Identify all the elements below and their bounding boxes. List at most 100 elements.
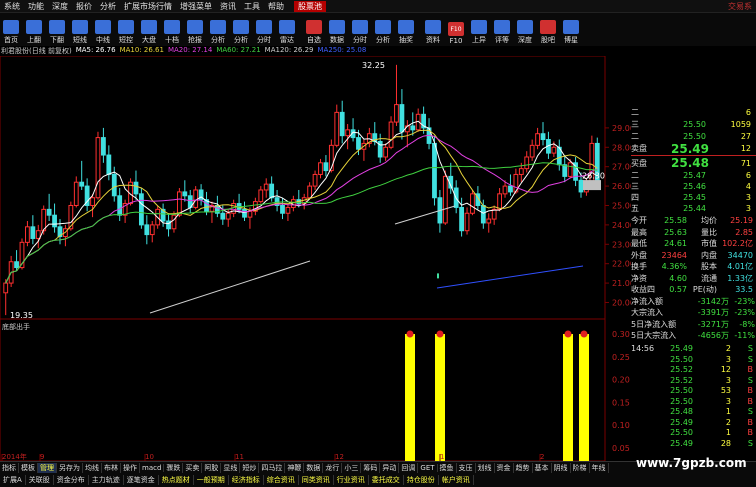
toolbar-button[interactable]: 深度 bbox=[514, 14, 536, 45]
indicator-tab[interactable]: 显线 bbox=[221, 462, 241, 473]
toolbar-button[interactable]: 股吧 bbox=[537, 14, 559, 45]
toolbar-button[interactable]: 抽奖 bbox=[395, 14, 417, 45]
bottom-tab[interactable]: 关联股 bbox=[26, 475, 54, 485]
indicator-tab[interactable]: 资金 bbox=[495, 462, 514, 473]
bottom-tab[interactable]: 逐笔资金 bbox=[124, 475, 159, 485]
indicator-tab[interactable]: 趋势 bbox=[514, 462, 533, 473]
indicator-tab[interactable]: 支压 bbox=[457, 462, 476, 473]
indicator-tab[interactable]: 小三 bbox=[342, 462, 362, 473]
indicator-tab[interactable]: 模板 bbox=[19, 462, 38, 473]
indicator-tab[interactable]: 四马拉 bbox=[259, 462, 286, 473]
toolbar-button[interactable]: 雷达 bbox=[276, 14, 298, 45]
quote-cell: 25.46 bbox=[683, 182, 706, 191]
indicator-tab[interactable]: macd bbox=[140, 463, 165, 472]
indicator-tab[interactable]: 神鞭 bbox=[285, 462, 305, 473]
bottom-tab[interactable]: 委托成交 bbox=[369, 475, 404, 485]
bottom-tab[interactable]: 综合资讯 bbox=[264, 475, 299, 485]
toolbar-button[interactable]: 分时 bbox=[253, 14, 275, 45]
bottom-tab[interactable]: 主力轨迹 bbox=[89, 475, 124, 485]
toolbar-button[interactable]: 短控 bbox=[115, 14, 137, 45]
toolbar-button[interactable]: 首页 bbox=[0, 14, 22, 45]
quote-cell: 25.50 bbox=[683, 119, 706, 129]
indicator-tab[interactable]: 骤跌 bbox=[164, 462, 184, 473]
quote-cell: 二 bbox=[631, 131, 639, 141]
indicator-tab[interactable]: 年线 bbox=[590, 462, 609, 473]
toolbar-button[interactable]: 上翻 bbox=[23, 14, 45, 45]
menu-item[interactable]: 增强菜单 bbox=[176, 1, 216, 12]
menu-item[interactable]: 帮助 bbox=[264, 1, 288, 12]
menu-item[interactable]: 工具 bbox=[240, 1, 264, 12]
menu-item[interactable]: 资讯 bbox=[216, 1, 240, 12]
indicator-tab[interactable]: 另存为 bbox=[57, 462, 83, 473]
quote-cell: 3 bbox=[745, 193, 751, 202]
menu-item-stock-pool[interactable]: 股票池 bbox=[294, 0, 326, 12]
toolbar-button[interactable]: 分时 bbox=[349, 14, 371, 45]
bottom-tab[interactable]: 一般预期 bbox=[194, 475, 229, 485]
indicator-tab[interactable]: 阴线 bbox=[552, 462, 571, 473]
bottom-tab[interactable]: 同类资讯 bbox=[299, 475, 334, 485]
candle-body bbox=[551, 146, 557, 154]
toolbar-button[interactable]: 上异 bbox=[468, 14, 490, 45]
sub-indicator-title: 底部出手 bbox=[2, 323, 30, 331]
menu-item[interactable]: 系统 bbox=[0, 1, 24, 12]
menu-item-trade[interactable]: 交易系 bbox=[724, 1, 756, 12]
candle-body bbox=[95, 137, 101, 199]
toolbar-button[interactable]: 评等 bbox=[491, 14, 513, 45]
indicator-tab[interactable]: 短炒 bbox=[240, 462, 260, 473]
toolbar-button[interactable]: 博星 bbox=[560, 14, 582, 45]
indicator-tab[interactable]: 均线 bbox=[83, 462, 102, 473]
toolbar-button[interactable]: 下翻 bbox=[46, 14, 68, 45]
bottom-tab[interactable]: 经济指标 bbox=[229, 475, 264, 485]
indicator-tab[interactable]: 基本 bbox=[533, 462, 552, 473]
quote-cell: S bbox=[747, 354, 753, 364]
toolbar-button[interactable]: 自选 bbox=[303, 14, 325, 45]
quote-cell: S bbox=[747, 344, 753, 354]
indicator-tab[interactable]: 划线 bbox=[476, 462, 495, 473]
menu-item[interactable]: 深度 bbox=[48, 1, 72, 12]
menu-item[interactable]: 分析 bbox=[96, 1, 120, 12]
indicator-tab[interactable]: 指标 bbox=[0, 462, 19, 473]
indicator-tab[interactable]: 筹码 bbox=[361, 462, 381, 473]
menu-item[interactable]: 扩展市场行情 bbox=[120, 1, 176, 12]
kline-chart[interactable]: 29.00 28.00 27.00 26.00 25.00 24.00 23.00 22.00… bbox=[0, 56, 631, 461]
bottom-tab[interactable]: 扩展A bbox=[0, 475, 26, 485]
quote-cell: -3271万 bbox=[697, 319, 729, 329]
indicator-tab[interactable]: 阶梯 bbox=[571, 462, 590, 473]
toolbar-button[interactable]: 十档 bbox=[161, 14, 183, 45]
indicator-tab[interactable]: 回调 bbox=[399, 462, 419, 473]
toolbar-button[interactable]: 抢报 bbox=[184, 14, 206, 45]
quote-cell: 5日大宗流入 bbox=[631, 331, 677, 341]
indicator-tab[interactable]: 摸鱼 bbox=[438, 462, 457, 473]
quote-cell: 3 bbox=[745, 204, 751, 213]
indicator-tab[interactable]: 阿胶 bbox=[202, 462, 222, 473]
quote-cell: 股本 bbox=[701, 262, 717, 272]
indicator-tab[interactable]: 异动 bbox=[380, 462, 400, 473]
bottom-tab[interactable]: 资金分布 bbox=[54, 475, 89, 485]
toolbar-button-label: 深度 bbox=[518, 36, 532, 44]
quote-row: 25.50 1 B bbox=[631, 428, 756, 439]
menu-item[interactable]: 报价 bbox=[72, 1, 96, 12]
bottom-tab[interactable]: 热点题材 bbox=[159, 475, 194, 485]
indicator-tab[interactable]: 买卖 bbox=[183, 462, 203, 473]
indicator-tab[interactable]: 龙行 bbox=[323, 462, 343, 473]
toolbar-button[interactable]: 数据 bbox=[326, 14, 348, 45]
indicator-tab[interactable]: 布林 bbox=[102, 462, 121, 473]
toolbar-button[interactable]: F10 F10 bbox=[445, 14, 467, 45]
indicator-tab[interactable]: GET bbox=[418, 463, 438, 472]
toolbar-button[interactable]: 资料 bbox=[422, 14, 444, 45]
bottom-tab[interactable]: 帐户资讯 bbox=[439, 475, 474, 485]
quote-row: 最高 25.63 量比 2.85 bbox=[631, 227, 756, 239]
bottom-tab[interactable]: 行业资讯 bbox=[334, 475, 369, 485]
indicator-tab[interactable]: 数据 bbox=[304, 462, 324, 473]
quote-cell: 三 bbox=[631, 182, 639, 191]
toolbar-button[interactable]: 短线 bbox=[69, 14, 91, 45]
indicator-tab[interactable]: 管理 bbox=[38, 462, 57, 473]
menu-item[interactable]: 功能 bbox=[24, 1, 48, 12]
toolbar-button[interactable]: 分析 bbox=[207, 14, 229, 45]
indicator-tab[interactable]: 操作 bbox=[121, 462, 140, 473]
bottom-tab[interactable]: 持仓股份 bbox=[404, 475, 439, 485]
toolbar-button[interactable]: 大盘 bbox=[138, 14, 160, 45]
toolbar-button[interactable]: 分析 bbox=[230, 14, 252, 45]
toolbar-button[interactable]: 中线 bbox=[92, 14, 114, 45]
toolbar-button[interactable]: 分析 bbox=[372, 14, 394, 45]
